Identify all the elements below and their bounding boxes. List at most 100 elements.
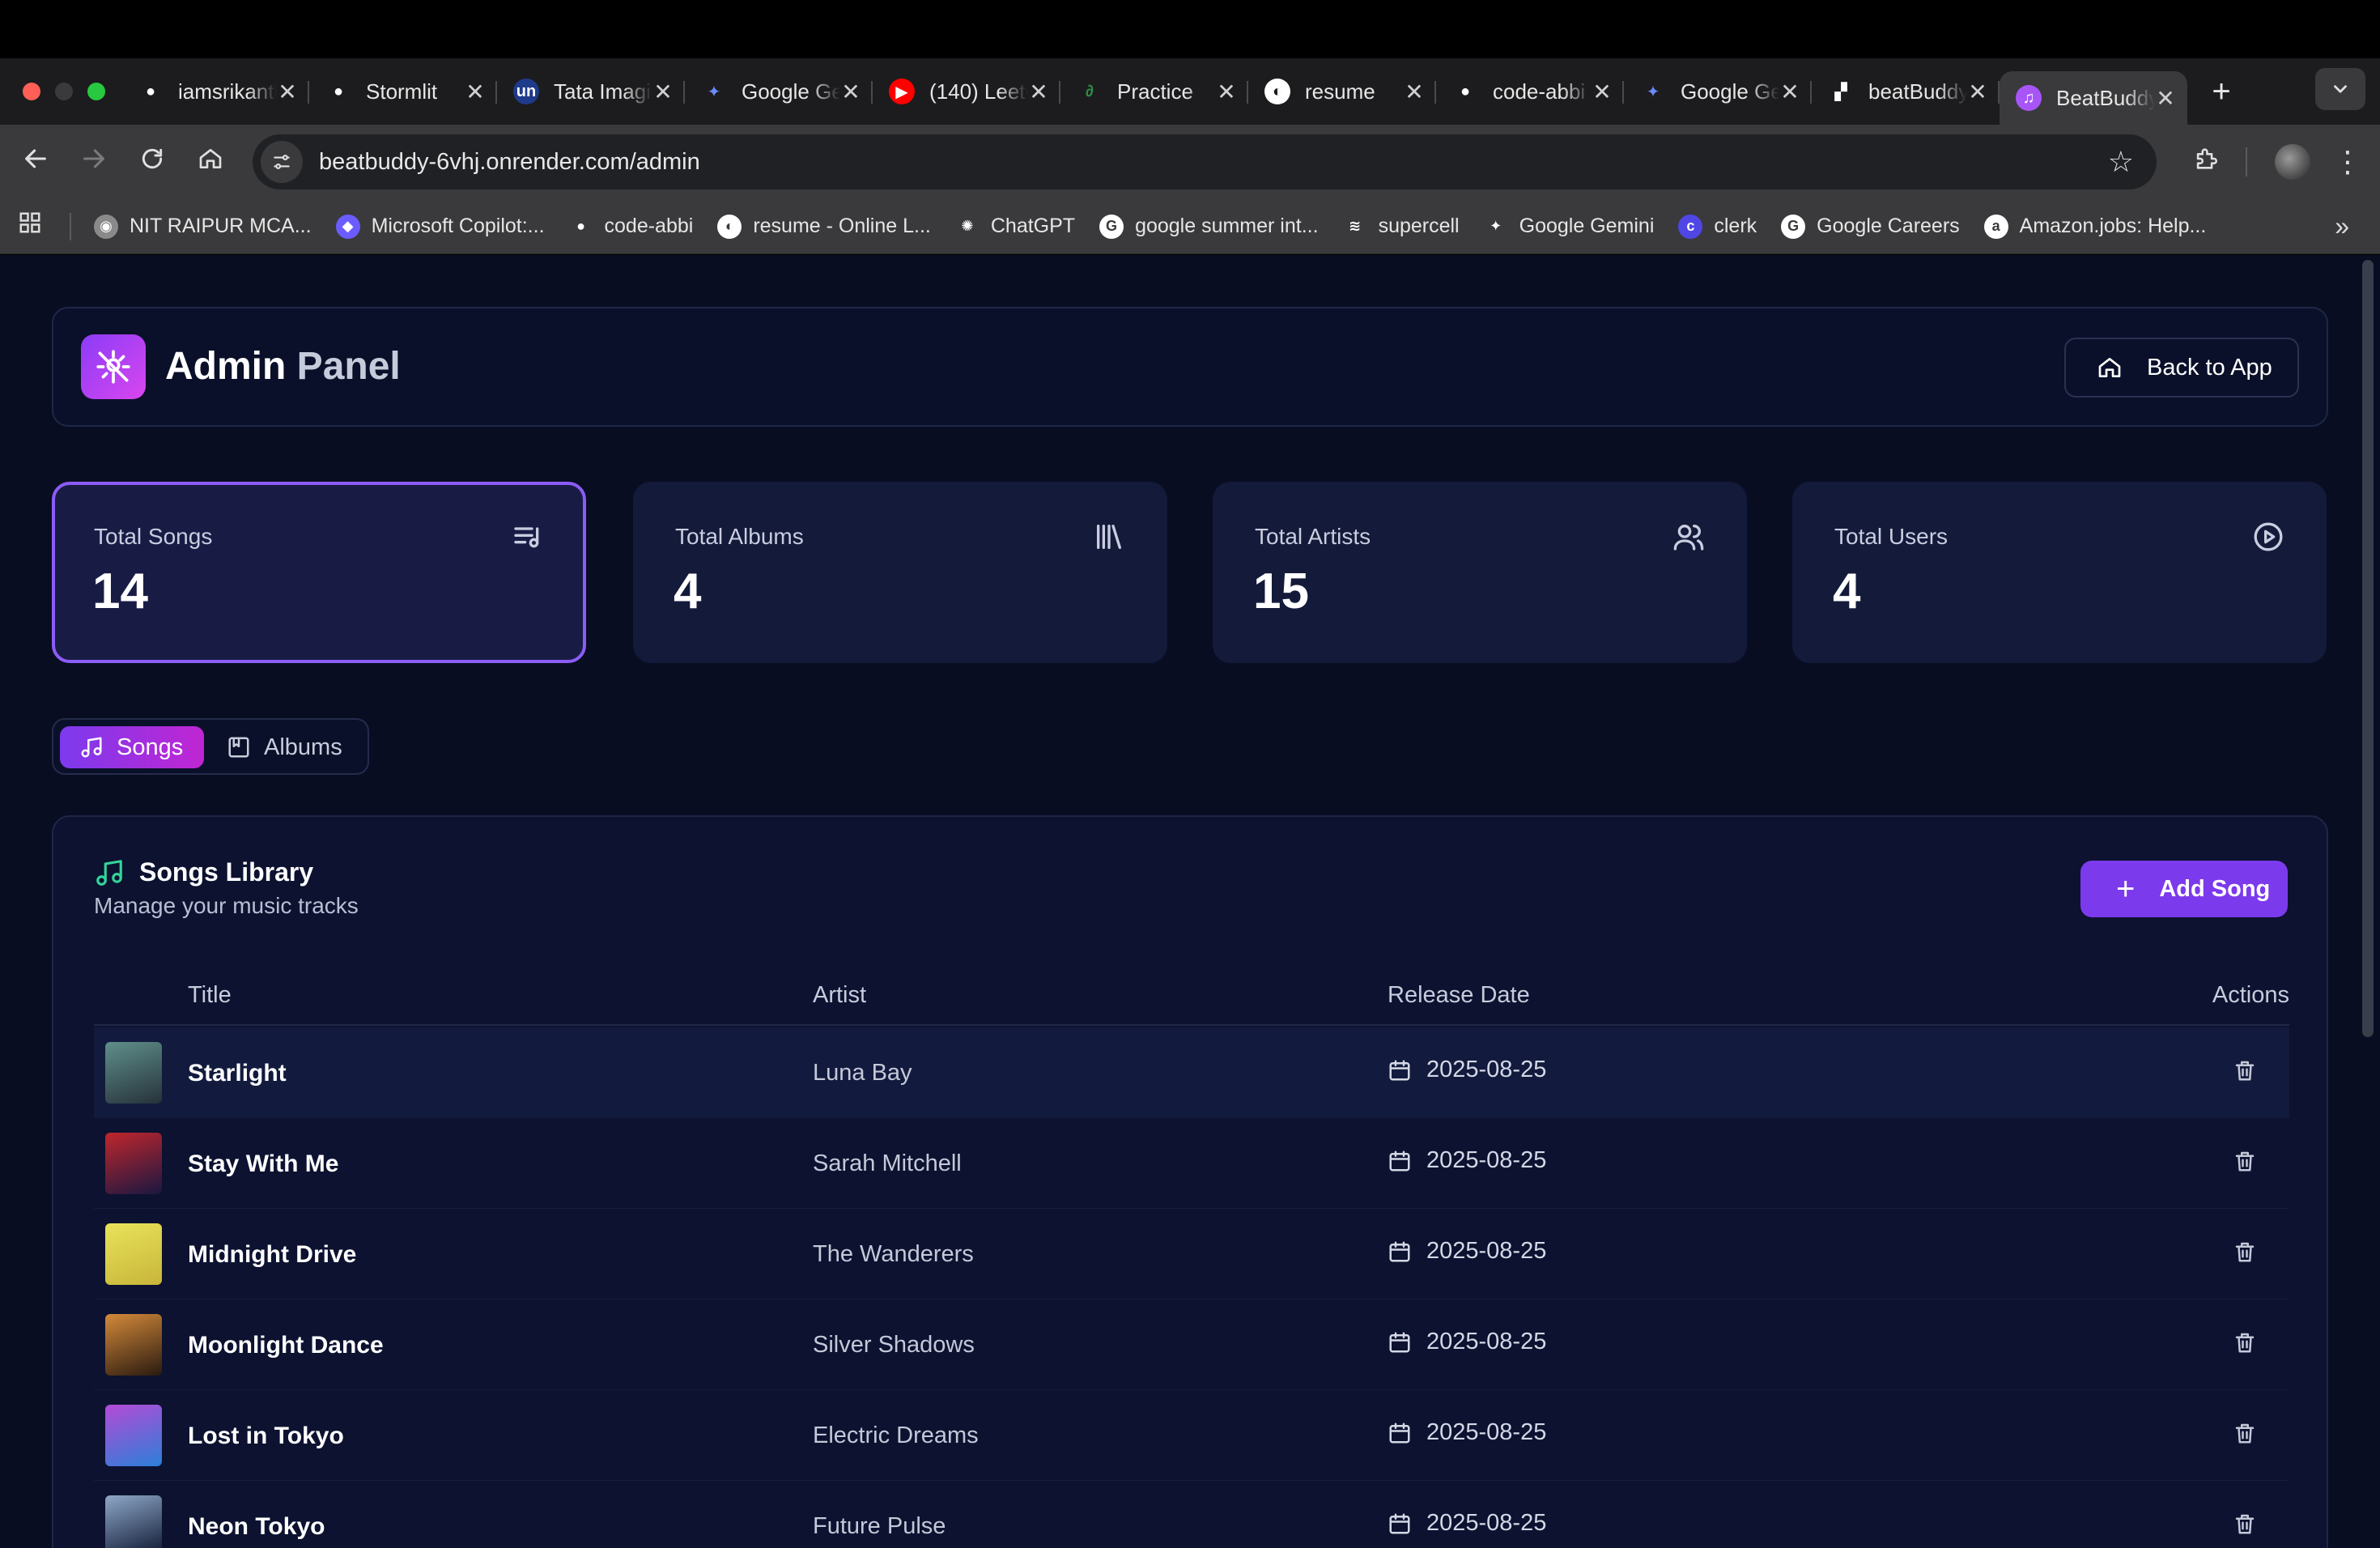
browser-toolbar: beatbuddy-6vhj.onrender.com/admin ☆ ⋮ xyxy=(0,125,2380,199)
browser-tab[interactable]: ● iamsrikanth ✕ xyxy=(121,66,309,117)
bookmark-label: Google Gemini xyxy=(1519,215,1655,237)
tab-songs[interactable]: Songs xyxy=(60,726,204,768)
bookmark-item[interactable]: ✦ Google Gemini xyxy=(1483,214,1655,239)
bookmark-item[interactable]: ◆ Microsoft Copilot:... xyxy=(335,214,545,239)
page-title-rest: Panel xyxy=(296,345,401,388)
table-row[interactable]: Neon Tokyo Future Pulse 2025-08-25 xyxy=(94,1481,2289,1548)
album-icon xyxy=(227,735,251,759)
stat-card-total-songs[interactable]: Total Songs 14 xyxy=(52,482,586,663)
column-release-date[interactable]: Release Date xyxy=(1388,982,1530,1009)
release-date-text: 2025-08-25 xyxy=(1426,1238,1547,1264)
song-title: Midnight Drive xyxy=(188,1241,357,1268)
add-song-button[interactable]: + Add Song xyxy=(2080,861,2288,917)
browser-tab[interactable]: ▶ (140) LeetCode✕ xyxy=(873,66,1060,117)
copilot-icon: ◆ xyxy=(335,214,360,239)
extensions-button[interactable] xyxy=(2178,145,2234,180)
profile-avatar[interactable] xyxy=(2275,144,2310,180)
reload-button[interactable] xyxy=(123,145,181,179)
close-window-button[interactable] xyxy=(23,83,40,100)
song-cover-image xyxy=(105,1405,162,1466)
tab-close-icon[interactable]: ✕ xyxy=(2155,85,2176,112)
table-row[interactable]: Lost in Tokyo Electric Dreams 2025-08-25 xyxy=(94,1390,2289,1481)
add-song-label: Add Song xyxy=(2159,875,2271,902)
song-release-date: 2025-08-25 xyxy=(1388,1510,1546,1537)
bookmark-item[interactable]: ✺ ChatGPT xyxy=(954,214,1075,239)
tab-close-icon[interactable]: ✕ xyxy=(1592,79,1613,105)
delete-song-button[interactable] xyxy=(2233,1421,2257,1445)
column-artist[interactable]: Artist xyxy=(813,982,866,1009)
column-title[interactable]: Title xyxy=(188,982,232,1009)
github-icon: ● xyxy=(1452,79,1478,104)
table-header: Title Artist Release Date Actions xyxy=(94,963,2289,1026)
table-row[interactable]: Moonlight Dance Silver Shadows 2025-08-25 xyxy=(94,1299,2289,1390)
table-row[interactable]: Stay With Me Sarah Mitchell 2025-08-25 xyxy=(94,1118,2289,1209)
browser-tab[interactable]: ▞ beatBuddy ✕ xyxy=(1812,66,2000,117)
browser-tab[interactable]: ● code-abbi ✕ xyxy=(1436,66,1624,117)
table-row[interactable]: Starlight Luna Bay 2025-08-25 xyxy=(94,1027,2289,1118)
apps-grid-icon[interactable] xyxy=(18,211,49,242)
more-bookmarks-chevron-icon[interactable]: » xyxy=(2335,211,2349,241)
bookmark-item[interactable]: ≋ supercell xyxy=(1342,214,1460,239)
stat-card-total-artists[interactable]: Total Artists 15 xyxy=(1213,482,1747,663)
bookmark-label: NIT RAIPUR MCA... xyxy=(130,215,312,237)
bookmark-item[interactable]: ◐ resume - Online L... xyxy=(717,214,931,239)
github-icon: ● xyxy=(325,79,351,104)
zoom-window-button[interactable] xyxy=(87,83,105,100)
bookmark-item[interactable]: G Google Careers xyxy=(1781,214,1960,239)
minimize-window-button[interactable] xyxy=(55,83,73,100)
back-to-app-button[interactable]: Back to App xyxy=(2064,338,2299,398)
url-text[interactable]: beatbuddy-6vhj.onrender.com/admin xyxy=(319,149,700,176)
browser-menu-button[interactable]: ⋮ xyxy=(2331,145,2364,179)
browser-tab[interactable]: ✦ Google Gemini✕ xyxy=(1624,66,1812,117)
gfg-icon: ∂ xyxy=(1077,79,1103,104)
tab-title: Google Gemini xyxy=(1681,79,1779,104)
delete-song-button[interactable] xyxy=(2233,1149,2257,1173)
song-release-date: 2025-08-25 xyxy=(1388,1057,1546,1083)
bookmark-item[interactable]: Ggoogle summer int... xyxy=(1099,214,1319,239)
song-artist: Luna Bay xyxy=(813,1060,912,1086)
forward-button[interactable] xyxy=(65,145,123,180)
tab-close-icon[interactable]: ✕ xyxy=(465,79,486,105)
song-artist: Silver Shadows xyxy=(813,1332,975,1358)
new-tab-button[interactable]: + xyxy=(2205,74,2238,110)
table-row[interactable]: Midnight Drive The Wanderers 2025-08-25 xyxy=(94,1209,2289,1299)
back-button[interactable] xyxy=(6,145,65,180)
tab-close-icon[interactable]: ✕ xyxy=(652,79,674,105)
delete-song-button[interactable] xyxy=(2233,1330,2257,1354)
home-button[interactable] xyxy=(181,145,240,179)
google-icon: G xyxy=(1781,214,1806,239)
page-scrollbar[interactable] xyxy=(2362,260,2374,1037)
browser-tab[interactable]: ∂ Practice ✕ xyxy=(1060,66,1248,117)
tab-close-icon[interactable]: ✕ xyxy=(1779,79,1800,105)
delete-song-button[interactable] xyxy=(2233,1240,2257,1264)
tab-search-button[interactable] xyxy=(2315,68,2365,110)
nit-icon: ◉ xyxy=(94,214,118,239)
list-music-icon xyxy=(512,521,544,557)
site-info-button[interactable] xyxy=(261,141,303,183)
tab-close-icon[interactable]: ✕ xyxy=(1967,79,1988,105)
tab-close-icon[interactable]: ✕ xyxy=(1216,79,1237,105)
bookmark-item[interactable]: ● code-abbi xyxy=(568,214,694,239)
browser-tab[interactable]: ✦ Google Gemini✕ xyxy=(685,66,873,117)
browser-tab[interactable]: ● Stormlit ✕ xyxy=(309,66,497,117)
songs-library-card: Songs Library Manage your music tracks +… xyxy=(52,815,2328,1548)
browser-tab[interactable]: ♫ BeatBuddy ✕ xyxy=(2000,71,2187,125)
tab-albums[interactable]: Albums xyxy=(219,726,364,768)
tab-close-icon[interactable]: ✕ xyxy=(840,79,861,105)
tab-close-icon[interactable]: ✕ xyxy=(1028,79,1049,105)
youtube-icon: ▶ xyxy=(889,79,915,104)
bookmark-item[interactable]: ◉ NIT RAIPUR MCA... xyxy=(94,214,312,239)
delete-song-button[interactable] xyxy=(2233,1512,2257,1536)
tab-close-icon[interactable]: ✕ xyxy=(277,79,298,105)
browser-tab[interactable]: ◐ resume ✕ xyxy=(1248,66,1436,117)
bookmark-item[interactable]: a Amazon.jobs: Help... xyxy=(1983,214,2206,239)
bookmark-item[interactable]: c clerk xyxy=(1678,214,1757,239)
browser-tab[interactable]: un Tata Imagination✕ xyxy=(497,66,685,117)
tab-close-icon[interactable]: ✕ xyxy=(1404,79,1425,105)
address-bar[interactable]: beatbuddy-6vhj.onrender.com/admin ☆ xyxy=(253,134,2157,189)
bookmark-label: code-abbi xyxy=(604,215,694,237)
stat-card-total-users[interactable]: Total Users 4 xyxy=(1792,482,2327,663)
bookmark-star-icon[interactable]: ☆ xyxy=(2108,145,2134,179)
delete-song-button[interactable] xyxy=(2233,1058,2257,1082)
stat-card-total-albums[interactable]: Total Albums 4 xyxy=(633,482,1167,663)
